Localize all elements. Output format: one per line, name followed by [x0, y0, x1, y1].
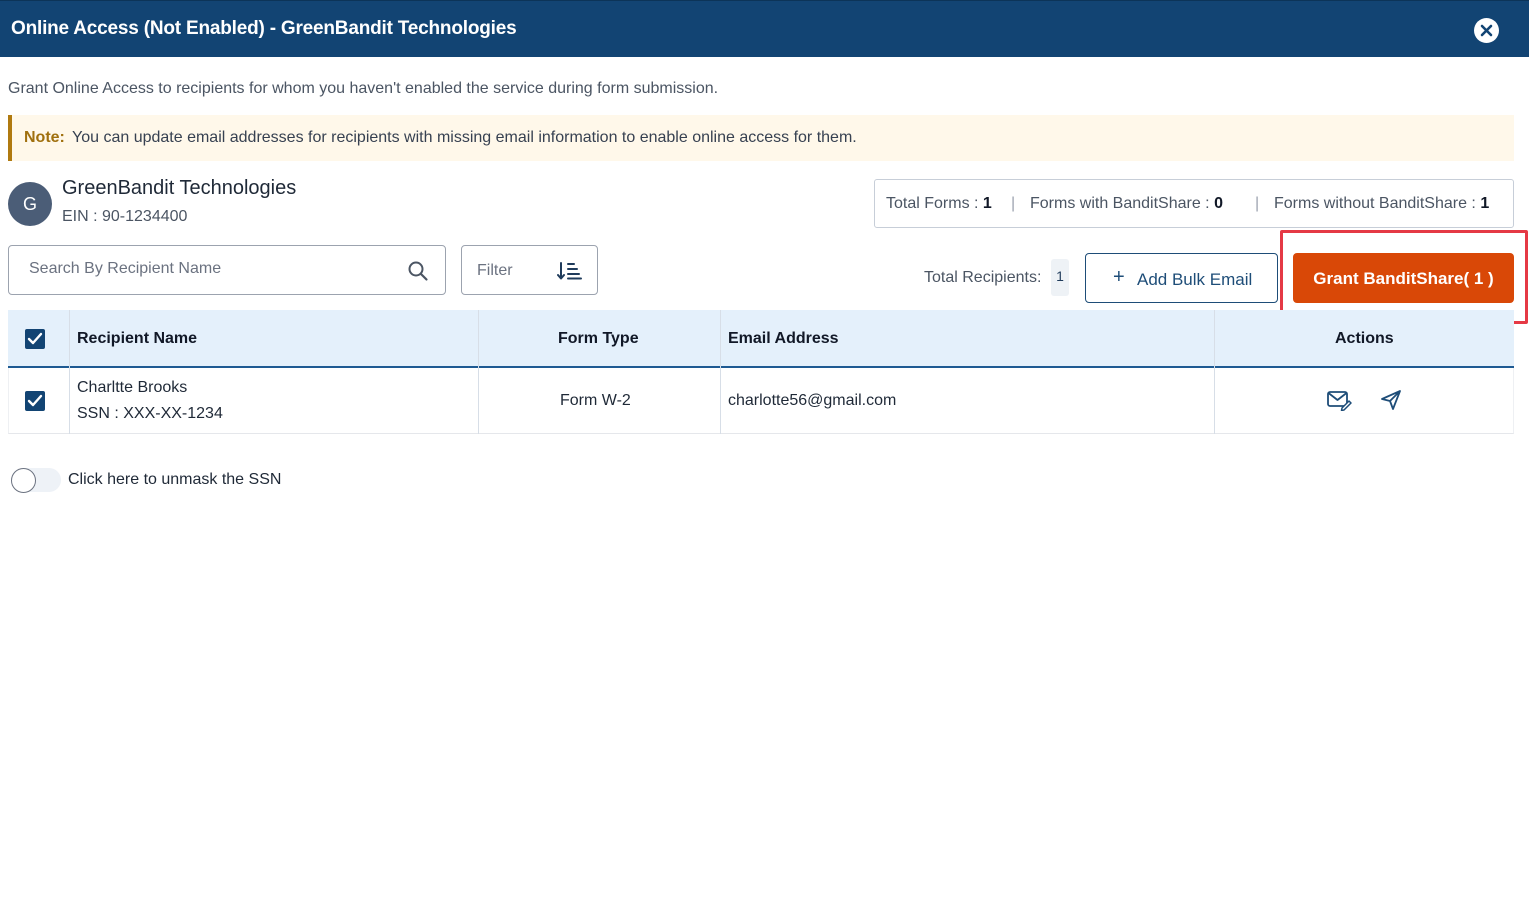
grant-banditshare-button[interactable]: Grant BanditShare( 1 ): [1293, 253, 1514, 303]
recipient-name: Charltte Brooks: [77, 379, 188, 396]
email-address: charlotte56@gmail.com: [728, 392, 897, 409]
select-all-checkbox[interactable]: [25, 329, 45, 349]
filter-label: Filter: [477, 262, 513, 279]
check-icon: [27, 394, 43, 407]
form-type: Form W-2: [560, 392, 631, 409]
unmask-ssn-label: Click here to unmask the SSN: [68, 471, 282, 488]
forms-with-stat: Forms with BanditShare : 0: [1030, 195, 1223, 212]
edit-email-icon[interactable]: [1326, 389, 1352, 411]
column-divider: [478, 368, 479, 434]
column-divider: [720, 368, 721, 434]
note-text: You can update email addresses for recip…: [72, 129, 857, 146]
plus-icon: +: [1113, 266, 1125, 288]
table-row: Charltte Brooks SSN : XXX-XX-1234 Form W…: [8, 368, 1514, 434]
close-button[interactable]: [1474, 18, 1499, 43]
add-bulk-email-button[interactable]: + Add Bulk Email: [1085, 253, 1278, 303]
sort-icon: [557, 262, 582, 280]
column-divider: [69, 310, 70, 368]
forms-without-stat: Forms without BanditShare : 1: [1274, 195, 1490, 212]
total-forms-stat: Total Forms : 1: [886, 195, 992, 212]
total-recipients-label: Total Recipients:: [924, 269, 1042, 286]
table-header: Recipient Name Form Type Email Address A…: [8, 310, 1514, 368]
intro-text: Grant Online Access to recipients for wh…: [8, 80, 719, 97]
note-banner: Note: You can update email addresses for…: [8, 115, 1514, 161]
dialog-header: Online Access (Not Enabled) - GreenBandi…: [0, 0, 1529, 57]
search-icon[interactable]: [407, 260, 429, 282]
forms-summary: Total Forms : 1 | Forms with BanditShare…: [874, 179, 1514, 228]
column-divider: [69, 368, 70, 434]
search-box[interactable]: [8, 245, 446, 295]
stat-separator: |: [1011, 195, 1016, 212]
add-bulk-email-label: Add Bulk Email: [1137, 270, 1253, 289]
grant-banditshare-label: Grant BanditShare( 1 ): [1313, 269, 1494, 288]
toggle-knob: [11, 468, 36, 493]
filter-button[interactable]: Filter: [461, 245, 598, 295]
send-icon[interactable]: [1380, 389, 1402, 411]
total-recipients-count: 1: [1051, 259, 1069, 296]
column-divider: [1214, 310, 1215, 368]
check-icon: [27, 332, 43, 345]
company-name: GreenBandit Technologies: [62, 177, 297, 199]
stat-separator: |: [1255, 195, 1260, 212]
column-divider: [1214, 368, 1215, 434]
row-checkbox[interactable]: [25, 391, 45, 411]
unmask-ssn-toggle[interactable]: [11, 468, 61, 493]
note-label: Note:: [24, 129, 65, 146]
dialog-title: Online Access (Not Enabled) - GreenBandi…: [11, 18, 517, 39]
company-ein: EIN : 90-1234400: [62, 208, 188, 225]
header-form-type[interactable]: Form Type: [558, 330, 639, 348]
header-recipient-name[interactable]: Recipient Name: [77, 330, 197, 348]
column-divider: [720, 310, 721, 368]
search-input[interactable]: [29, 260, 399, 278]
header-actions: Actions: [1335, 330, 1394, 347]
column-divider: [478, 310, 479, 368]
header-email-address[interactable]: Email Address: [728, 330, 839, 348]
close-icon: [1480, 24, 1493, 37]
avatar: G: [8, 182, 52, 226]
recipient-ssn: SSN : XXX-XX-1234: [77, 405, 223, 422]
